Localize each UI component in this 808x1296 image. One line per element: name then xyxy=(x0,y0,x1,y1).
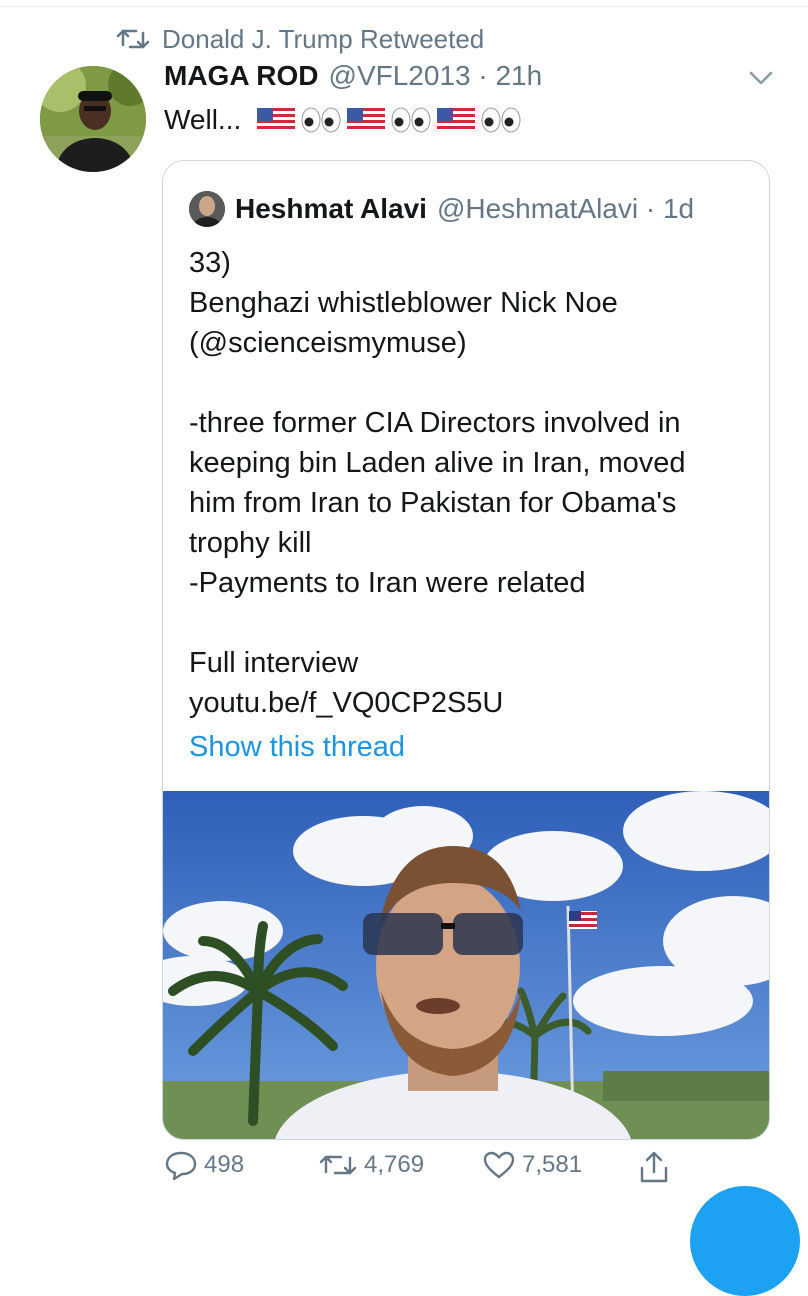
top-divider xyxy=(0,0,808,7)
quote-line: keeping bin Laden alive in Iran, moved xyxy=(189,447,686,479)
share-button[interactable] xyxy=(638,1150,676,1184)
quote-link[interactable]: youtu.be/f_VQ0CP2S5U xyxy=(189,683,749,723)
quoted-tweet-card[interactable]: Heshmat Alavi @HeshmatAlavi · 1d 33) Ben… xyxy=(162,160,770,1140)
quote-line: 33) xyxy=(189,247,231,279)
quote-line: -Payments to Iran were related xyxy=(189,567,586,599)
show-thread-link[interactable]: Show this thread xyxy=(189,731,405,764)
heart-icon xyxy=(483,1151,515,1179)
us-flag-icon xyxy=(347,108,386,132)
quoted-author-handle-time[interactable]: @HeshmatAlavi · 1d xyxy=(437,193,694,225)
avatar[interactable] xyxy=(40,66,146,172)
share-icon xyxy=(640,1151,668,1183)
reply-icon xyxy=(165,1151,197,1180)
author-name[interactable]: MAGA ROD xyxy=(164,60,319,92)
reply-button[interactable]: 498 xyxy=(164,1150,244,1180)
quoted-author-avatar[interactable] xyxy=(189,191,225,227)
quote-line: trophy kill xyxy=(189,527,312,559)
chevron-down-icon[interactable] xyxy=(748,68,774,88)
tweet-header: MAGA ROD @VFL2013 · 21h xyxy=(164,60,542,92)
eyes-icon xyxy=(481,107,521,133)
tweet-text-content: Well... xyxy=(164,104,242,135)
quoted-tweet-text: 33) Benghazi whistleblower Nick Noe (@sc… xyxy=(189,243,749,723)
quote-line: him from Iran to Pakistan for Obama's xyxy=(189,487,677,519)
retweet-button[interactable]: 4,769 xyxy=(318,1150,424,1180)
us-flag-icon xyxy=(257,108,296,132)
quote-line: (@scienceismymuse) xyxy=(189,327,467,359)
like-count: 7,581 xyxy=(522,1151,583,1178)
quote-line: Full interview xyxy=(189,647,359,679)
compose-button[interactable] xyxy=(690,1186,800,1296)
retweet-count: 4,769 xyxy=(364,1151,425,1178)
retweeted-by-label[interactable]: Donald J. Trump Retweeted xyxy=(162,24,484,55)
reply-count: 498 xyxy=(204,1151,245,1178)
tweet-text: Well... xyxy=(164,104,523,136)
quoted-author-name[interactable]: Heshmat Alavi xyxy=(235,193,427,225)
tweet-actions: 498 4,769 7,581 xyxy=(0,1150,808,1194)
retweet-context: Donald J. Trump Retweeted xyxy=(116,22,484,56)
like-button[interactable]: 7,581 xyxy=(482,1150,582,1180)
retweet-icon xyxy=(116,29,150,49)
eyes-icon xyxy=(301,107,341,133)
quote-line: -three former CIA Directors involved in xyxy=(189,407,681,439)
eyes-icon xyxy=(391,107,431,133)
author-handle-time[interactable]: @VFL2013 · 21h xyxy=(329,60,543,92)
quote-line: Benghazi whistleblower Nick Noe xyxy=(189,287,618,319)
quoted-tweet-header: Heshmat Alavi @HeshmatAlavi · 1d xyxy=(189,191,694,227)
us-flag-icon xyxy=(437,108,476,132)
video-thumbnail[interactable] xyxy=(163,791,769,1139)
retweet-icon xyxy=(319,1155,357,1175)
